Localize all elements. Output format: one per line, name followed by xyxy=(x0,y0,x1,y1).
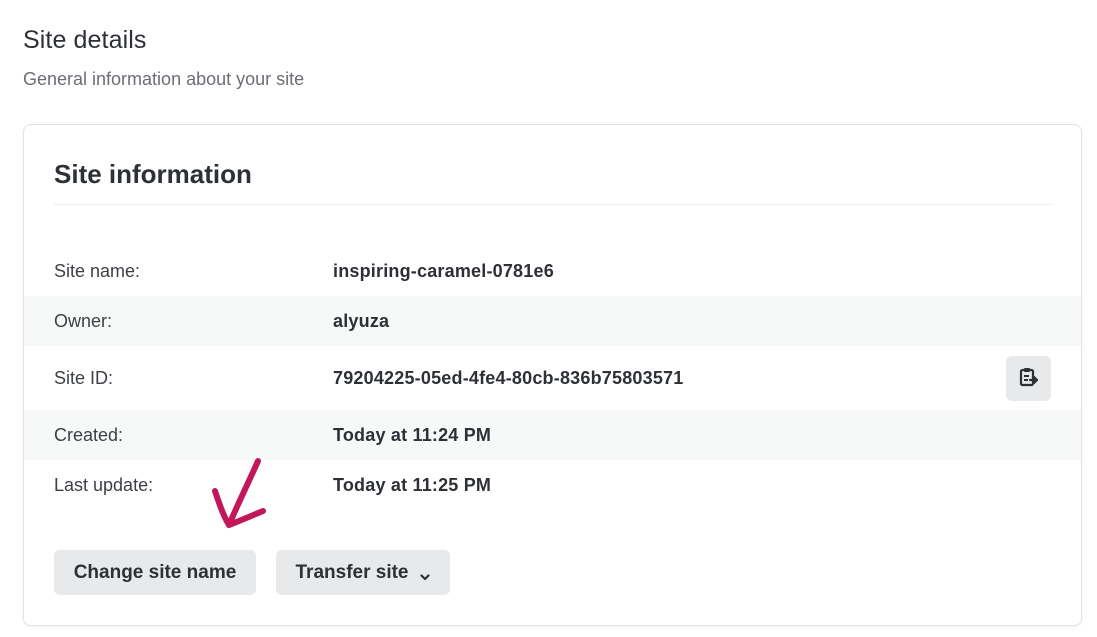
transfer-site-label: Transfer site xyxy=(295,561,409,583)
last-update-row: Last update: Today at 11:25 PM xyxy=(24,460,1081,510)
transfer-site-button[interactable]: Transfer site xyxy=(276,550,450,595)
chevron-down-icon xyxy=(419,567,431,580)
owner-value: alyuza xyxy=(333,310,390,331)
clipboard-copy-icon xyxy=(1018,366,1040,391)
site-name-value: inspiring-caramel-0781e6 xyxy=(333,260,554,281)
change-site-name-label: Change site name xyxy=(73,561,237,583)
site-id-label: Site ID: xyxy=(54,367,114,388)
change-site-name-button[interactable]: Change site name xyxy=(54,550,256,595)
last-update-value: Today at 11:25 PM xyxy=(333,474,492,495)
card-divider xyxy=(54,204,1051,205)
created-value: Today at 11:24 PM xyxy=(333,424,492,445)
page-subtitle: General information about your site xyxy=(23,69,305,89)
created-label: Created: xyxy=(54,424,124,445)
created-row: Created: Today at 11:24 PM xyxy=(24,410,1081,460)
card-title: Site information xyxy=(54,159,252,189)
site-id-row: Site ID: 79204225-05ed-4fe4-80cb-836b758… xyxy=(24,346,1081,410)
site-name-label: Site name: xyxy=(54,260,141,281)
hand-drawn-arrow-icon xyxy=(205,455,275,540)
owner-row: Owner: alyuza xyxy=(24,296,1081,346)
owner-label: Owner: xyxy=(54,310,113,331)
site-name-row: Site name: inspiring-caramel-0781e6 xyxy=(24,246,1081,296)
page-title: Site details xyxy=(23,26,147,54)
site-information-card: Site information Site name: inspiring-ca… xyxy=(23,124,1082,626)
site-id-value: 79204225-05ed-4fe4-80cb-836b75803571 xyxy=(333,367,684,388)
copy-site-id-button[interactable] xyxy=(1006,355,1051,401)
last-update-label: Last update: xyxy=(54,474,154,495)
